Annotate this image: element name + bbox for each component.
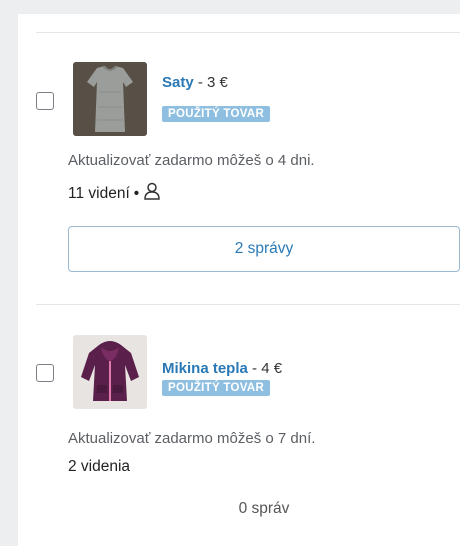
messages-link[interactable]: 0 správ <box>68 500 460 518</box>
condition-badge: POUŽITÝ TOVAR <box>162 380 271 396</box>
select-checkbox[interactable] <box>36 364 54 382</box>
divider <box>36 32 460 33</box>
listings-panel: Saty - 3 € POUŽITÝ TOVAR Aktualizovať za… <box>18 14 460 546</box>
listing-thumbnail[interactable] <box>73 62 147 136</box>
condition-badge: POUŽITÝ TOVAR <box>162 106 271 122</box>
update-note: Aktualizovať zadarmo môžeš o 4 dni. <box>68 152 315 169</box>
listing-title-line: Mikina tepla - 4 € <box>162 360 282 377</box>
views-count: 2 videnia <box>68 458 131 475</box>
user-icon <box>143 182 161 205</box>
listing-price: - 3 € <box>193 74 228 91</box>
messages-button[interactable]: 2 správy <box>68 226 460 272</box>
divider <box>36 304 460 305</box>
listing-title-link[interactable]: Mikina tepla <box>162 360 248 377</box>
views-count: 11 videní <box>68 184 130 202</box>
listing-price: - 4 € <box>247 360 283 377</box>
views-separator: • <box>133 184 140 202</box>
select-checkbox[interactable] <box>36 92 54 110</box>
listing-title-link[interactable]: Saty <box>162 74 194 91</box>
listing-thumbnail[interactable] <box>73 335 147 409</box>
dress-photo <box>73 62 147 136</box>
messages-label: 0 správ <box>238 500 290 517</box>
messages-label: 2 správy <box>234 240 294 257</box>
views-line: 11 videní • <box>68 182 161 205</box>
listing-title-line: Saty - 3 € <box>162 74 228 91</box>
views-line: 2 videnia <box>68 458 130 476</box>
update-note: Aktualizovať zadarmo môžeš o 7 dní. <box>68 430 316 447</box>
hoodie-photo <box>73 335 147 409</box>
